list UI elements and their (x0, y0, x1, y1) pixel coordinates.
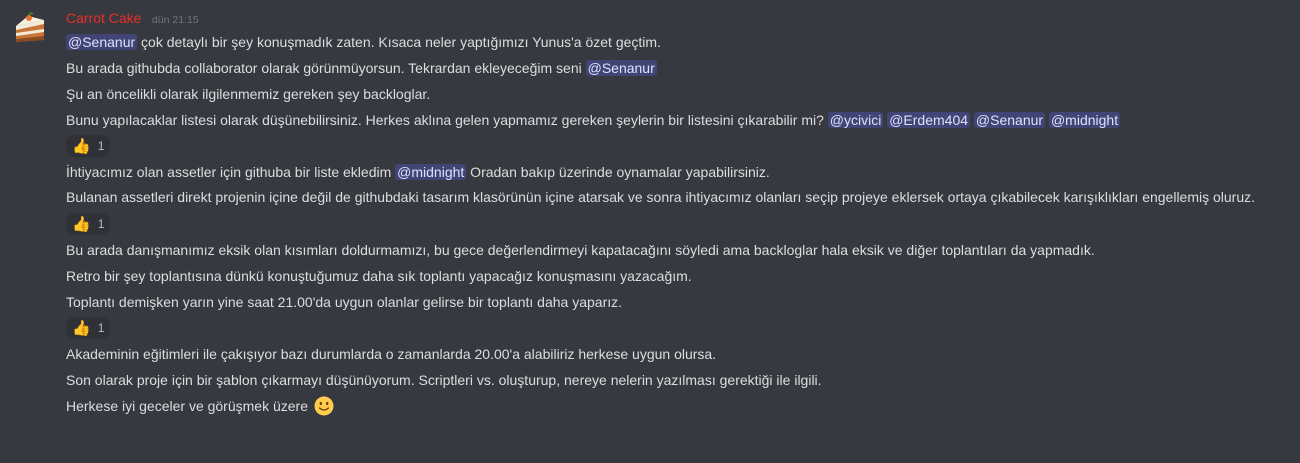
mention[interactable]: @midnight (395, 164, 467, 180)
reaction-button[interactable]: 👍 1 (66, 317, 111, 339)
thumbs-up-icon: 👍 (72, 215, 91, 233)
reaction-count: 1 (97, 139, 105, 153)
reaction-button[interactable]: 👍 1 (66, 135, 111, 157)
reaction-button[interactable]: 👍 1 (66, 213, 111, 235)
message-text: Bunu yapılacaklar listesi olarak düşüneb… (66, 112, 828, 128)
thumbs-up-icon: 👍 (72, 137, 91, 155)
message-text: Son olarak proje için bir şablon çıkarma… (66, 372, 822, 388)
message-line: Akademinin eğitimleri ile çakışıyor bazı… (66, 341, 1284, 367)
message-line: Son olarak proje için bir şablon çıkarma… (66, 367, 1284, 393)
message-text: İhtiyacımız olan assetler için githuba b… (66, 164, 396, 180)
mention[interactable]: @Senanur (66, 34, 138, 50)
thumbs-up-icon: 👍 (72, 319, 91, 337)
message-text: Bu arada danışmanımız eksik olan kısımla… (66, 242, 1095, 258)
reaction-row: 👍 1 (66, 133, 1284, 159)
slightly-smiling-face-icon (314, 396, 334, 416)
message-line: Toplantı demişken yarın yine saat 21.00'… (66, 289, 1284, 315)
message-text: Akademinin eğitimleri ile çakışıyor bazı… (66, 346, 717, 362)
message-text: Retro bir şey toplantısına dünkü konuştu… (66, 268, 692, 284)
message-line: Herkese iyi geceler ve görüşmek üzere (66, 393, 1284, 419)
chat-message: Carrot Cake dün 21:15 @Senanur çok detay… (0, 0, 1300, 419)
message-text: Şu an öncelikli olarak ilgilenmemiz gere… (66, 86, 431, 102)
reaction-count: 1 (97, 217, 105, 231)
message-text: Bulanan assetleri direkt projenin içine … (66, 189, 1256, 205)
timestamp: dün 21:15 (151, 14, 199, 26)
message-line: Retro bir şey toplantısına dünkü konuştu… (66, 263, 1284, 289)
reaction-row: 👍 1 (66, 211, 1284, 237)
mention[interactable]: @ycivici (827, 112, 884, 128)
avatar[interactable] (14, 12, 46, 46)
message-text: Oradan bakıp üzerinde oynamalar yapabili… (466, 164, 770, 180)
cake-slice-icon (16, 12, 44, 42)
mention[interactable]: @Erdem404 (887, 112, 971, 128)
message-text: çok detaylı bir şey konuşmadık zaten. Kı… (137, 34, 661, 50)
mention[interactable]: @midnight (1048, 112, 1121, 128)
message-line: Bu arada githubda collaborator olarak gö… (66, 55, 1284, 81)
reaction-row: 👍 1 (66, 315, 1284, 341)
message-text: Bu arada githubda collaborator olarak gö… (66, 60, 586, 76)
username[interactable]: Carrot Cake (66, 10, 141, 26)
message-line: İhtiyacımız olan assetler için githuba b… (66, 159, 1284, 185)
message-text: Toplantı demişken yarın yine saat 21.00'… (66, 294, 623, 310)
message-text: Herkese iyi geceler ve görüşmek üzere (66, 398, 308, 414)
message-line: Bu arada danışmanımız eksik olan kısımla… (66, 237, 1284, 263)
message-line: Bunu yapılacaklar listesi olarak düşüneb… (66, 107, 1284, 133)
message-line: Bulanan assetleri direkt projenin içine … (66, 185, 1281, 211)
mention[interactable]: @Senanur (585, 60, 657, 76)
mention[interactable]: @Senanur (973, 112, 1046, 128)
message-line: @Senanur çok detaylı bir şey konuşmadık … (66, 29, 1284, 55)
message-header: Carrot Cake dün 21:15 (66, 8, 1284, 29)
reaction-count: 1 (97, 321, 105, 335)
message-line: Şu an öncelikli olarak ilgilenmemiz gere… (66, 81, 1284, 107)
